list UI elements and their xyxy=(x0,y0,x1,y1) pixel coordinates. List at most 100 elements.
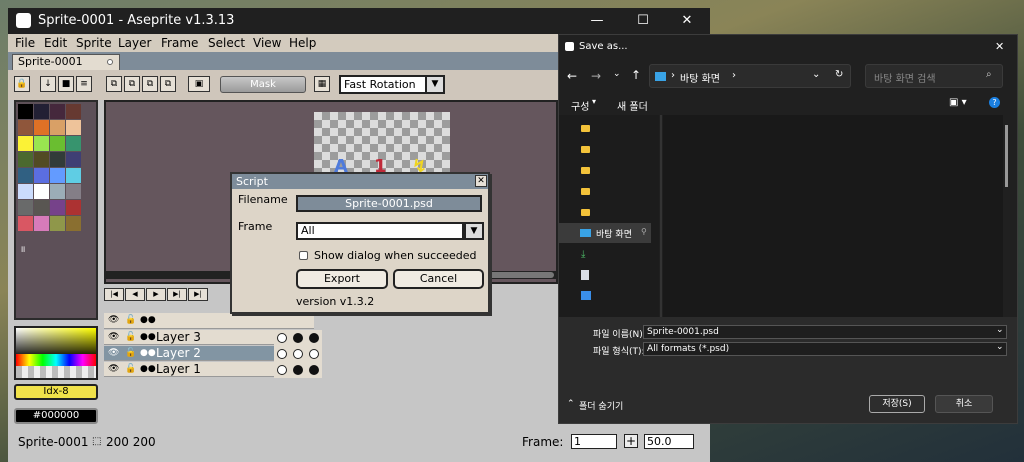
palette-swatch[interactable] xyxy=(18,168,33,183)
hue-slider[interactable] xyxy=(16,354,96,366)
cel[interactable] xyxy=(291,347,305,361)
square-icon[interactable]: ■ xyxy=(58,76,74,92)
palette-swatch[interactable] xyxy=(66,184,81,199)
palette-swatch[interactable] xyxy=(50,152,65,167)
cel[interactable] xyxy=(291,363,305,377)
vertical-scrollbar[interactable] xyxy=(1005,125,1008,187)
lock-icon[interactable]: 🔒 xyxy=(14,76,30,92)
cel[interactable] xyxy=(275,363,289,377)
menu-select[interactable]: Select xyxy=(208,36,245,50)
continuous-icon[interactable]: ●● xyxy=(140,313,156,328)
search-input[interactable]: 바탕 화면 검색 xyxy=(874,70,936,85)
next-frame-icon[interactable]: ▶| xyxy=(167,288,187,301)
chevron-down-icon[interactable]: ▼ xyxy=(464,222,484,240)
palette-swatch[interactable] xyxy=(50,104,65,119)
filename-input[interactable]: Sprite-0001.psd xyxy=(296,195,482,212)
eye-icon[interactable]: 👁 xyxy=(108,330,119,345)
menu-sprite[interactable]: Sprite xyxy=(76,36,112,50)
downloads-icon[interactable]: ⤓ xyxy=(581,249,585,260)
palette-swatch[interactable] xyxy=(50,200,65,215)
palette-swatch[interactable] xyxy=(66,136,81,151)
breadcrumb-chevron-icon[interactable]: › xyxy=(732,70,736,81)
alpha-slider[interactable] xyxy=(16,366,96,378)
continuous-icon[interactable]: ●● xyxy=(140,362,156,377)
palette-resize-icon[interactable]: ॥ xyxy=(20,242,25,255)
cel[interactable] xyxy=(275,331,289,345)
arrow-down-icon[interactable]: ↓ xyxy=(40,76,56,92)
palette-swatch[interactable] xyxy=(18,184,33,199)
cel[interactable] xyxy=(307,363,321,377)
pictures-icon[interactable] xyxy=(581,291,591,300)
selection-intersect-icon[interactable]: ⧉ xyxy=(160,76,176,92)
color-shade-area[interactable] xyxy=(16,328,96,354)
palette-swatch[interactable] xyxy=(34,184,49,199)
palette-swatch[interactable] xyxy=(50,136,65,151)
menu-layer[interactable]: Layer xyxy=(118,36,151,50)
chevron-down-icon[interactable]: ⌄ xyxy=(996,342,1004,352)
continuous-icon[interactable]: ●● xyxy=(140,330,156,345)
palette-swatch[interactable] xyxy=(34,136,49,151)
palette-swatch[interactable] xyxy=(18,216,33,231)
pivot-icon[interactable]: ▦ xyxy=(314,76,330,92)
color-picker[interactable] xyxy=(14,326,98,380)
palette-swatch[interactable] xyxy=(34,200,49,215)
eye-icon[interactable]: 👁 xyxy=(108,313,119,328)
palette-swatch[interactable] xyxy=(50,184,65,199)
address-bar[interactable]: › 바탕 화면 › ⌄ ↻ xyxy=(649,64,851,88)
folder-icon[interactable] xyxy=(581,188,590,195)
chevron-down-icon[interactable]: ▼ xyxy=(425,75,445,94)
refresh-icon[interactable]: ↻ xyxy=(835,69,843,80)
menu-lines-icon[interactable]: ≡ xyxy=(76,76,92,92)
folder-icon[interactable] xyxy=(581,125,590,132)
transparent-color-icon[interactable]: ▣ xyxy=(188,76,210,92)
palette-swatch[interactable] xyxy=(18,120,33,135)
menu-file[interactable]: File xyxy=(15,36,35,50)
organize-menu[interactable]: 구성 xyxy=(571,98,589,113)
selection-replace-icon[interactable]: ⧉ xyxy=(106,76,122,92)
minimize-icon[interactable]: — xyxy=(574,8,620,34)
play-icon[interactable]: ▶ xyxy=(146,288,166,301)
help-icon[interactable]: ? xyxy=(989,97,1000,108)
close-icon[interactable]: ✕ xyxy=(995,40,1004,53)
tab-sprite-0001[interactable]: Sprite-0001 xyxy=(12,54,120,70)
palette-swatch[interactable] xyxy=(66,120,81,135)
fg-color-index[interactable]: Idx-8 xyxy=(14,384,98,400)
palette-swatch[interactable] xyxy=(34,168,49,183)
nav-item-desktop[interactable]: 바탕 화면 ⚲ xyxy=(559,223,651,243)
search-icon[interactable]: ⌕ xyxy=(986,69,992,80)
lock-icon[interactable]: 🔓 xyxy=(125,362,136,377)
cancel-button[interactable]: 취소 xyxy=(935,395,993,413)
palette-swatch[interactable] xyxy=(50,168,65,183)
palette-swatch[interactable] xyxy=(18,104,33,119)
palette-swatch[interactable] xyxy=(34,152,49,167)
lock-icon[interactable]: 🔓 xyxy=(125,330,136,345)
menu-help[interactable]: Help xyxy=(289,36,316,50)
menu-frame[interactable]: Frame xyxy=(161,36,198,50)
forward-arrow-icon[interactable]: → xyxy=(591,69,601,83)
eye-icon[interactable]: 👁 xyxy=(108,346,119,361)
palette-swatch[interactable] xyxy=(34,120,49,135)
export-button[interactable]: Export xyxy=(296,269,388,289)
cel[interactable] xyxy=(275,347,289,361)
close-icon[interactable]: ✕ xyxy=(475,175,487,187)
close-icon[interactable]: ✕ xyxy=(664,8,710,34)
chevron-down-icon[interactable]: ⌄ xyxy=(996,325,1004,335)
back-arrow-icon[interactable]: ← xyxy=(567,69,577,83)
palette-swatch[interactable] xyxy=(18,152,33,167)
palette-swatch[interactable] xyxy=(50,120,65,135)
palette-swatch[interactable] xyxy=(66,200,81,215)
show-dialog-checkbox[interactable] xyxy=(299,251,308,260)
recent-chevron-icon[interactable]: ⌄ xyxy=(613,69,621,79)
palette-swatch[interactable] xyxy=(34,104,49,119)
folder-icon[interactable] xyxy=(581,209,590,216)
search-box[interactable]: 바탕 화면 검색 ⌕ xyxy=(865,64,1003,88)
frame-input[interactable]: 1 xyxy=(571,434,617,449)
view-icon[interactable]: ▣ ▾ xyxy=(949,97,967,108)
palette-swatch[interactable] xyxy=(66,216,81,231)
chevron-up-icon[interactable]: ⌃ xyxy=(567,399,575,409)
folder-icon[interactable] xyxy=(581,146,590,153)
palette-swatch[interactable] xyxy=(18,200,33,215)
selection-add-icon[interactable]: ⧉ xyxy=(124,76,140,92)
mask-button[interactable]: Mask xyxy=(220,76,306,93)
palette-swatch[interactable] xyxy=(50,216,65,231)
